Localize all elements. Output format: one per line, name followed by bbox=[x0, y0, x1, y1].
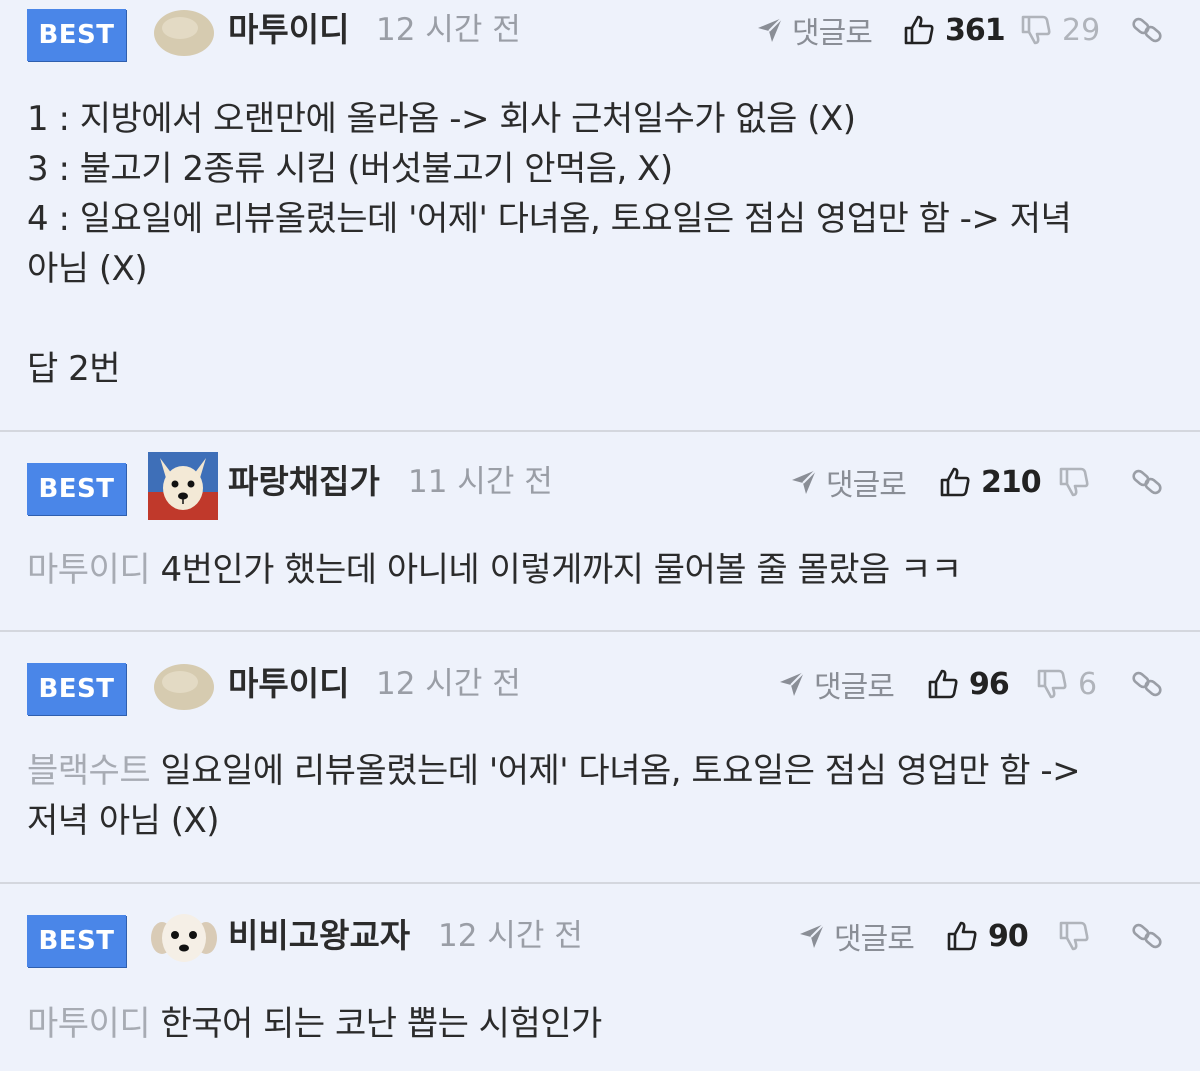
comment-line: 4 : 일요일에 리뷰올렸는데 '어제' 다녀옴, 토요일은 점심 영업만 함 … bbox=[27, 199, 1072, 239]
divider bbox=[0, 430, 1200, 432]
paper-plane-icon bbox=[758, 17, 783, 42]
upvote-count: 96 bbox=[969, 666, 1010, 702]
downvote-count: 6 bbox=[1078, 666, 1098, 702]
comment-header: BEST 비비고왕교자 12 시간 전 댓글로 90 bbox=[0, 906, 1200, 967]
comment-line: 블랙수트 일요일에 리뷰올렸는데 '어제' 다녀옴, 토요일은 점심 영업만 함… bbox=[27, 746, 1081, 796]
thumbs-down-icon bbox=[1059, 921, 1089, 951]
comment-header: BEST 마투이디 12 시간 전 댓글로 361 29 bbox=[0, 0, 1200, 62]
link-button[interactable] bbox=[1130, 654, 1164, 714]
upvote-button[interactable]: 96 bbox=[927, 654, 1010, 714]
downvote-button[interactable] bbox=[1058, 906, 1100, 966]
comment-body: 1 : 지방에서 오랜만에 올라옴 -> 회사 근처일수가 없음 (X) 3 :… bbox=[27, 94, 1072, 394]
reply-button[interactable]: 댓글로 bbox=[778, 654, 895, 714]
paper-plane-icon bbox=[792, 469, 817, 494]
comment-body: 블랙수트 일요일에 리뷰올렸는데 '어제' 다녀옴, 토요일은 점심 영업만 함… bbox=[27, 746, 1081, 846]
comment-body: 마투이디 한국어 되는 코난 뽑는 시험인가 bbox=[27, 999, 602, 1049]
comment-text: 4번인가 했는데 아니네 이렇게까지 물어볼 줄 몰랐음 ㅋㅋ bbox=[160, 550, 962, 590]
comment-text: 한국어 되는 코난 뽑는 시험인가 bbox=[160, 1004, 602, 1044]
timestamp: 11 시간 전 bbox=[408, 464, 553, 500]
comment-header: BEST 파랑채집가 11 시간 전 댓글로 210 bbox=[0, 452, 1200, 520]
mention-link[interactable]: 마투이디 bbox=[27, 1004, 151, 1044]
avatar[interactable] bbox=[152, 6, 216, 62]
nickname[interactable]: 마투이디 bbox=[228, 0, 349, 60]
best-badge: BEST bbox=[27, 9, 126, 61]
comment-line: 답 2번 bbox=[27, 349, 121, 389]
comment-line: 아님 (X) bbox=[27, 249, 148, 289]
comment-line: 마투이디 4번인가 했는데 아니네 이렇게까지 물어볼 줄 몰랐음 ㅋㅋ bbox=[27, 545, 962, 595]
downvote-button[interactable]: 6 bbox=[1036, 654, 1097, 714]
reply-button[interactable]: 댓글로 bbox=[756, 0, 873, 60]
link-icon bbox=[1132, 671, 1162, 697]
comment-header: BEST 마투이디 12 시간 전 댓글로 96 6 bbox=[0, 654, 1200, 716]
comment-line: 3 : 불고기 2종류 시킴 (버섯불고기 안먹음, X) bbox=[27, 149, 673, 189]
downvote-count: 29 bbox=[1062, 12, 1101, 48]
upvote-button[interactable]: 90 bbox=[946, 906, 1029, 966]
reply-button[interactable]: 댓글로 bbox=[790, 452, 907, 512]
avatar[interactable] bbox=[152, 660, 216, 716]
reply-button[interactable]: 댓글로 bbox=[798, 906, 915, 966]
paper-plane-icon bbox=[780, 671, 805, 696]
thumbs-down-icon bbox=[1059, 467, 1089, 497]
nickname[interactable]: 파랑채집가 bbox=[228, 452, 380, 512]
nickname[interactable]: 마투이디 bbox=[228, 654, 349, 714]
thumbs-down-icon bbox=[1037, 669, 1067, 699]
link-icon bbox=[1132, 923, 1162, 949]
comment-line bbox=[27, 294, 1071, 344]
best-badge: BEST bbox=[27, 915, 126, 967]
link-button[interactable] bbox=[1130, 452, 1164, 512]
comment-line: 마투이디 한국어 되는 코난 뽑는 시험인가 bbox=[27, 999, 602, 1049]
reply-label: 댓글로 bbox=[834, 922, 915, 957]
timestamp: 12 시간 전 bbox=[376, 12, 521, 48]
divider bbox=[0, 882, 1200, 884]
mention-link[interactable]: 마투이디 bbox=[27, 550, 151, 590]
upvote-count: 90 bbox=[988, 918, 1029, 954]
comment-item: BEST 마투이디 12 시간 전 댓글로 96 6 블랙수트 일요일에 리뷰올… bbox=[0, 654, 1200, 882]
comment-item: BEST 파랑채집가 11 시간 전 댓글로 210 마투이디 4번인가 했는데… bbox=[0, 452, 1200, 630]
comment-text: 일요일에 리뷰올렸는데 '어제' 다녀옴, 토요일은 점심 영업만 함 -> bbox=[160, 751, 1081, 791]
avatar[interactable] bbox=[148, 452, 218, 524]
downvote-button[interactable]: 29 bbox=[1020, 0, 1100, 60]
link-button[interactable] bbox=[1130, 906, 1164, 966]
best-badge: BEST bbox=[27, 463, 126, 515]
timestamp: 12 시간 전 bbox=[438, 918, 583, 954]
thumbs-up-icon bbox=[940, 467, 970, 497]
avatar[interactable] bbox=[150, 908, 218, 970]
upvote-button[interactable]: 361 bbox=[903, 0, 1006, 60]
link-icon bbox=[1132, 469, 1162, 495]
link-button[interactable] bbox=[1130, 0, 1164, 60]
comment-item: BEST 마투이디 12 시간 전 댓글로 361 29 1: 지방에서 오랜… bbox=[0, 0, 1200, 430]
thumbs-up-icon bbox=[904, 15, 934, 45]
mention-link[interactable]: 블랙수트 bbox=[27, 751, 151, 791]
timestamp: 12 시간 전 bbox=[376, 666, 521, 702]
upvote-button[interactable]: 210 bbox=[939, 452, 1042, 512]
comment-line: 저녁 아님 (X) bbox=[27, 801, 220, 841]
downvote-button[interactable] bbox=[1058, 452, 1100, 512]
upvote-count: 210 bbox=[981, 464, 1042, 500]
divider bbox=[0, 630, 1200, 632]
upvote-count: 361 bbox=[945, 12, 1006, 48]
reply-label: 댓글로 bbox=[826, 468, 907, 503]
thumbs-up-icon bbox=[928, 669, 958, 699]
reply-label: 댓글로 bbox=[792, 16, 873, 51]
link-icon bbox=[1132, 17, 1162, 43]
comment-body: 마투이디 4번인가 했는데 아니네 이렇게까지 물어볼 줄 몰랐음 ㅋㅋ bbox=[27, 545, 962, 595]
thumbs-up-icon bbox=[947, 921, 977, 951]
comment-line: 1 : 지방에서 오랜만에 올라옴 -> 회사 근처일수가 없음 (X) bbox=[27, 99, 856, 139]
nickname[interactable]: 비비고왕교자 bbox=[228, 906, 410, 966]
paper-plane-icon bbox=[800, 923, 825, 948]
thumbs-down-icon bbox=[1021, 15, 1051, 45]
reply-label: 댓글로 bbox=[814, 670, 895, 705]
comment-item: BEST 비비고왕교자 12 시간 전 댓글로 90 마투이디 한국어 되는 코… bbox=[0, 906, 1200, 1071]
best-badge: BEST bbox=[27, 663, 126, 715]
